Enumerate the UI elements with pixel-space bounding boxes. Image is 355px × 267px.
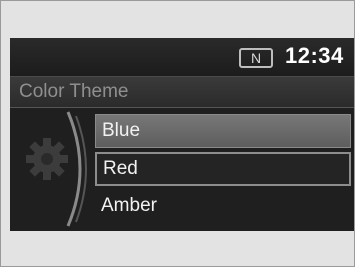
clock: 12:34 <box>285 43 344 68</box>
page-frame: N 12:34 Color Theme Blue Red Amber <box>0 0 355 267</box>
status-bar: N 12:34 <box>10 38 354 76</box>
list-item-red[interactable]: Red <box>95 152 351 186</box>
title-bar: Color Theme <box>10 76 354 108</box>
gear-indicator: N <box>239 48 273 68</box>
menu-list: Blue Red Amber <box>10 108 354 231</box>
list-item-blue[interactable]: Blue <box>95 114 351 148</box>
page-title: Color Theme <box>19 81 129 102</box>
display-screen: N 12:34 Color Theme Blue Red Amber <box>10 38 354 231</box>
bracket-icon <box>66 111 87 227</box>
list-item-amber[interactable]: Amber <box>95 190 351 224</box>
